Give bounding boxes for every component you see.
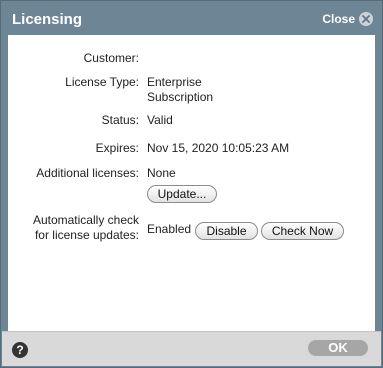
dialog-footer: ? OK xyxy=(2,331,381,366)
customer-label: Customer: xyxy=(83,51,139,65)
disable-button[interactable]: Disable xyxy=(195,222,258,240)
auto-check-value: Enabled xyxy=(147,222,192,236)
additional-licenses-label: Additional licenses: xyxy=(36,166,139,180)
license-details-panel: Customer: License Type: Enterprise Subsc… xyxy=(8,35,375,331)
license-type-value-line1: Enterprise xyxy=(147,75,202,89)
expires-label: Expires: xyxy=(95,141,139,155)
license-type-value-line2: Subscription xyxy=(147,90,214,104)
additional-licenses-value: None xyxy=(147,166,176,180)
status-value: Valid xyxy=(147,113,173,127)
license-type-label: License Type: xyxy=(65,75,139,89)
help-icon[interactable]: ? xyxy=(12,342,28,358)
auto-check-label-line2: for license updates: xyxy=(34,228,139,242)
status-label: Status: xyxy=(101,113,139,127)
dialog-titlebar: Licensing Close xyxy=(2,2,381,35)
expires-value: Nov 15, 2020 10:05:23 AM xyxy=(147,141,290,155)
dialog-title: Licensing xyxy=(12,11,83,28)
close-button[interactable]: Close xyxy=(322,11,373,27)
update-button[interactable]: Update... xyxy=(147,185,217,203)
auto-check-label-line1: Automatically check xyxy=(32,213,139,227)
ok-button[interactable]: OK xyxy=(308,340,368,356)
licensing-dialog: Licensing Close Customer: License Type: … xyxy=(0,0,383,368)
close-label: Close xyxy=(322,12,355,26)
close-icon xyxy=(359,12,373,26)
check-now-button[interactable]: Check Now xyxy=(261,222,344,240)
